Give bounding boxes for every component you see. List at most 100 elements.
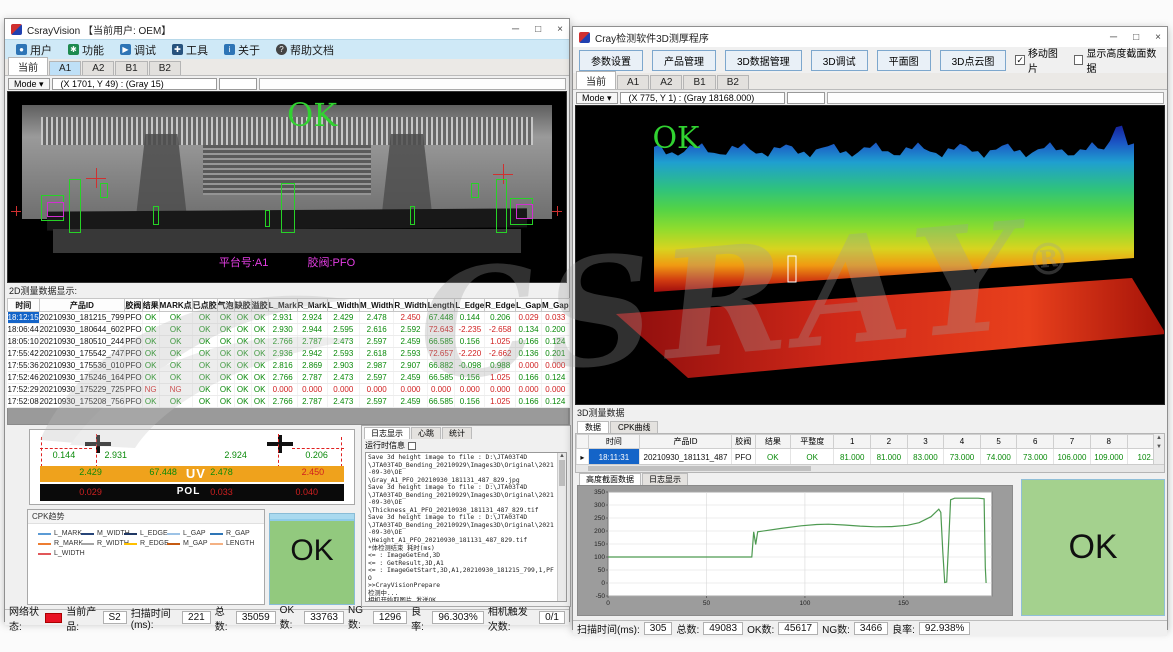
menu-item-user[interactable]: ●用户 [9, 41, 59, 59]
close-button[interactable]: × [1155, 32, 1161, 43]
tab-高度截面数据[interactable]: 高度截面数据 [579, 473, 641, 485]
log-output[interactable]: Save 3d height image to file : D:\JTA03T… [365, 452, 567, 602]
mode-dropdown[interactable]: Mode ▾ [576, 92, 618, 104]
col-header-R_Mark: R_Mark [297, 299, 327, 312]
menu-item-label: 关于 [238, 42, 260, 58]
toolbar-button-3D数据管理[interactable]: 3D数据管理 [725, 50, 802, 71]
status-value: 35059 [236, 611, 276, 624]
close-button[interactable]: × [557, 24, 563, 35]
cell: PFO [125, 324, 142, 336]
menu-item-debug[interactable]: ▶调试 [113, 41, 163, 59]
tab-统计[interactable]: 统计 [442, 427, 472, 439]
image-caption: 平台号:A1 胶阀:PFO [8, 254, 566, 270]
cell: 0.000 [427, 384, 455, 396]
checkbox-icon[interactable]: ✓ [1015, 55, 1025, 65]
tab-当前[interactable]: 当前 [576, 71, 616, 89]
tab-A2[interactable]: A2 [82, 61, 114, 75]
tab-数据[interactable]: 数据 [577, 421, 609, 433]
mode-dropdown[interactable]: Mode ▾ [8, 78, 50, 90]
table-row[interactable]: ▸18:11:3120210930_181131_487PFOOKOK81.00… [577, 449, 1164, 466]
table-row[interactable]: 17:55:3620210930_175536_010PFOOKOKOKOKOK… [8, 360, 570, 372]
surface-3d-view[interactable]: OK [575, 105, 1165, 405]
edge-cross-right-icon [552, 206, 562, 216]
tab-B2[interactable]: B2 [149, 61, 181, 75]
cell: OK [159, 360, 192, 372]
col-header-L_Gap: L_Gap [516, 299, 542, 312]
tab-心跳[interactable]: 心跳 [411, 427, 441, 439]
cell: 20210930_180510_244 [39, 336, 125, 348]
tab-日志显示[interactable]: 日志显示 [364, 427, 410, 439]
cell: OK [217, 336, 234, 348]
left-tab-strip: 当前A1A2B1B2 [5, 59, 569, 76]
table-row[interactable]: 18:06:4420210930_180644_602PFOOKOKOKOKOK… [8, 324, 570, 336]
status-value: 1296 [373, 611, 407, 624]
col-header-气泡: 气泡 [217, 299, 234, 312]
tab-B1[interactable]: B1 [115, 61, 147, 75]
toolbar-button-参数设置[interactable]: 参数设置 [579, 50, 643, 71]
status-value: 33763 [304, 611, 344, 624]
left-mode-bar: Mode ▾ (X 1701, Y 49) : (Gray 15) [5, 76, 569, 91]
cell: OK [192, 348, 217, 360]
left-titlebar: CsrayVision 【当前用户: OEM】 ─ □ × [5, 19, 569, 39]
checkbox-移动图片[interactable]: ✓移动图片 [1015, 45, 1065, 75]
tab-CPK曲线[interactable]: CPK曲线 [610, 421, 658, 433]
tab-B1[interactable]: B1 [683, 75, 715, 89]
cell: 2.429 [327, 312, 359, 324]
minimize-button[interactable]: ─ [1110, 32, 1117, 43]
legend-line-icon [210, 533, 223, 535]
table-row[interactable]: 17:55:4220210930_175542_747PFOOKOKOKOKOK… [8, 348, 570, 360]
left-window-controls: ─ □ × [512, 24, 563, 35]
cell: 0.200 [541, 324, 569, 336]
maximize-button[interactable]: □ [1133, 32, 1139, 43]
menu-item-help[interactable]: ?帮助文档 [269, 41, 341, 59]
toolbar-button-产品管理[interactable]: 产品管理 [652, 50, 716, 71]
table-3d-hscroll[interactable] [576, 464, 1164, 472]
toolbar-button-3D调试[interactable]: 3D调试 [811, 50, 868, 71]
toolbar-button-平面图[interactable]: 平面图 [877, 50, 931, 71]
table-row[interactable]: 17:52:0820210930_175208_756PFOOKOKOKOKOK… [8, 396, 570, 408]
legend-label: M_GAP [183, 540, 208, 547]
tab-A2[interactable]: A2 [650, 75, 682, 89]
cell: 0.136 [516, 348, 542, 360]
col-header-MARK点: MARK点 [159, 299, 192, 312]
col-header-8: 8 [1090, 435, 1127, 449]
uv-glue-bar: 2.429 67.448 UV 2.478 2.450 [40, 466, 345, 482]
cell: PFO [731, 449, 755, 466]
tab-A1[interactable]: A1 [617, 75, 649, 89]
tab-日志显示[interactable]: 日志显示 [642, 473, 688, 485]
minimize-button[interactable]: ─ [512, 24, 519, 35]
menu-item-tools[interactable]: ✚工具 [165, 41, 215, 59]
table-3d-vscroll[interactable]: ▲▼ [1153, 434, 1164, 466]
table-row[interactable]: 18:05:1020210930_180510_244PFOOKOKOKOKOK… [8, 336, 570, 348]
table-row[interactable]: 17:52:4620210930_175246_164PFOOKOKOKOKOK… [8, 372, 570, 384]
log-tab-strip: 日志显示心跳统计 [362, 426, 570, 439]
cell: OK [217, 360, 234, 372]
cell: 2.473 [327, 372, 359, 384]
bar-length: 67.448 [149, 467, 177, 477]
legend-item-LENGTH: LENGTH [210, 540, 253, 547]
tab-B2[interactable]: B2 [717, 75, 749, 89]
runtime-info-checkbox[interactable] [408, 442, 416, 450]
log-scrollbar[interactable]: ▲ [557, 453, 566, 601]
roi-rect [281, 183, 294, 232]
result-ok-overlay: OK [287, 96, 337, 134]
xray-2d-view[interactable]: OK 平台号:A1 胶阀:PFO [7, 91, 567, 283]
cell: 2.930 [268, 324, 297, 336]
table-row[interactable]: 17:52:2920210930_175229_725PFONGNGOKOKOK… [8, 384, 570, 396]
menu-item-function[interactable]: ✱功能 [61, 41, 111, 59]
cell: 66.585 [427, 396, 455, 408]
legend-item-L_MARK: L_MARK [38, 530, 81, 537]
menu-item-about[interactable]: i关于 [217, 41, 267, 59]
cell: -2.220 [455, 348, 485, 360]
tab-当前[interactable]: 当前 [8, 57, 48, 75]
mode-aux-box [787, 92, 825, 104]
table-row[interactable]: 18:12:1520210930_181215_799PFOOKOKOKOKOK… [8, 312, 570, 324]
cell: OK [159, 336, 192, 348]
app-logo-icon [579, 32, 590, 43]
maximize-button[interactable]: □ [535, 24, 541, 35]
checkbox-icon[interactable] [1074, 55, 1083, 65]
tab-A1[interactable]: A1 [49, 61, 81, 75]
toolbar-button-3D点云图[interactable]: 3D点云图 [940, 50, 1007, 71]
cell: NG [159, 384, 192, 396]
checkbox-显示高度截面数据[interactable]: 显示高度截面数据 [1074, 45, 1161, 75]
